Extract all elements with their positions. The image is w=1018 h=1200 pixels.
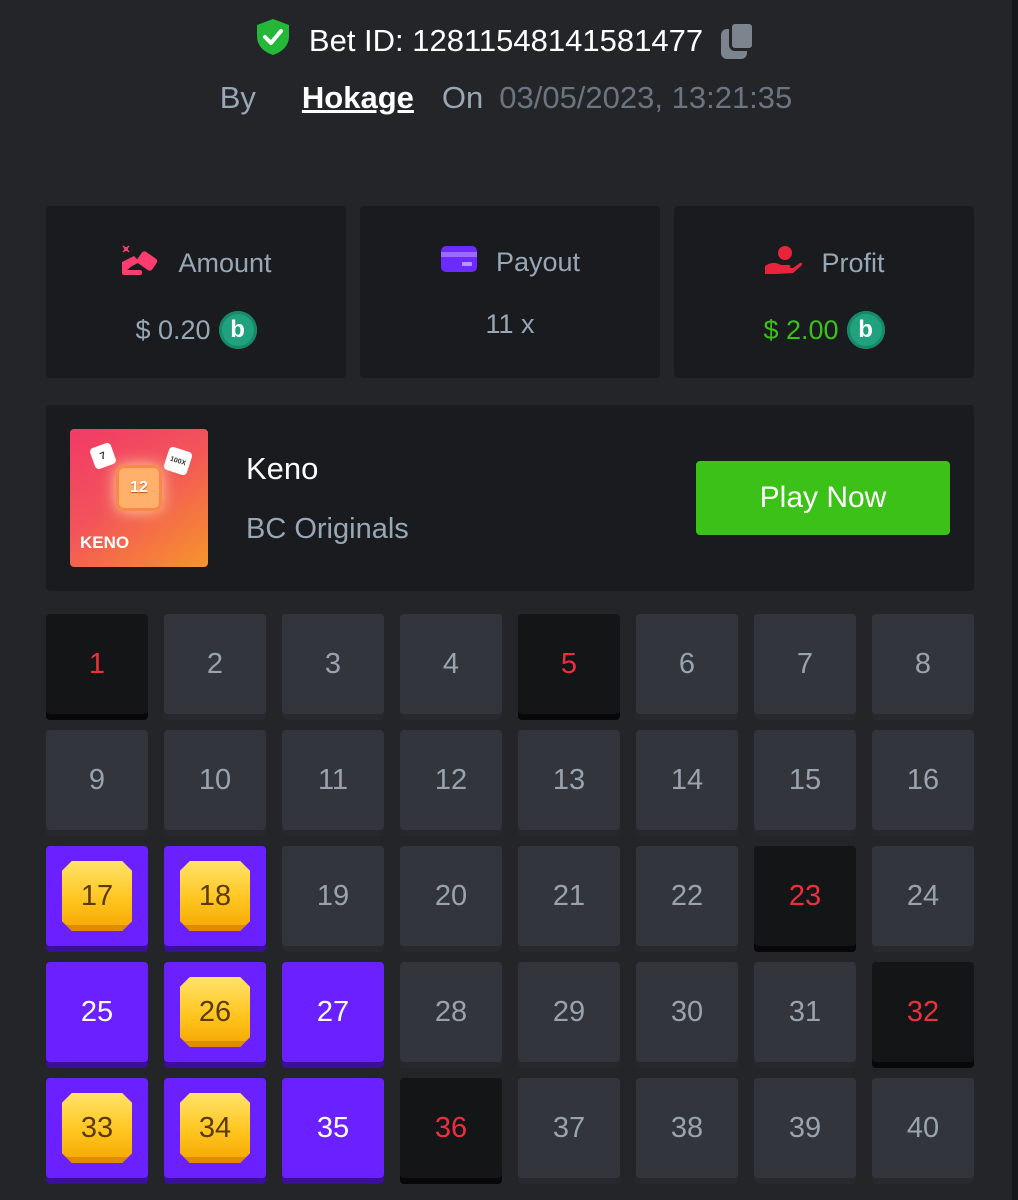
on-label: On <box>441 80 484 115</box>
keno-cell-23: 23 <box>754 846 856 946</box>
keno-cell-30: 30 <box>636 962 738 1062</box>
bc-coin-icon: b <box>846 311 885 349</box>
username-link[interactable]: Hokage <box>302 80 414 116</box>
shield-check-icon <box>255 18 291 64</box>
dice-icon: 100X <box>162 445 194 477</box>
thumbnail-label: KENO <box>80 533 130 552</box>
profit-value: $ 2.00 <box>763 314 839 345</box>
keno-cell-35: 35 <box>282 1078 384 1178</box>
keno-cell-8: 8 <box>872 614 974 714</box>
keno-cell-3: 3 <box>282 614 384 714</box>
bet-meta-row: By Hokage On 03/05/2023, 13:21:35 <box>0 80 1012 116</box>
keno-cell-9: 9 <box>46 730 148 830</box>
keno-cell-2: 2 <box>164 614 266 714</box>
keno-cell-28: 28 <box>400 962 502 1062</box>
keno-cell-6: 6 <box>636 614 738 714</box>
gem-icon: 33 <box>62 1093 132 1163</box>
keno-cell-11: 11 <box>282 730 384 830</box>
hand-profit-icon <box>763 244 803 283</box>
keno-cell-36: 36 <box>400 1078 502 1178</box>
keno-cell-1: 1 <box>46 614 148 714</box>
keno-cell-33: 33 <box>46 1078 148 1178</box>
amount-value: $ 0.20 <box>135 314 211 345</box>
keno-cell-21: 21 <box>518 846 620 946</box>
dice-icon: 7 <box>88 441 118 471</box>
bet-id-label: Bet ID: 12811548141581477 <box>308 23 704 58</box>
bc-coin-icon: b <box>218 311 257 349</box>
keno-cell-15: 15 <box>754 730 856 830</box>
keno-cell-14: 14 <box>636 730 738 830</box>
keno-cell-20: 20 <box>400 846 502 946</box>
payout-label: Payout <box>495 247 581 277</box>
keno-thumbnail[interactable]: 7 100X 12 KENO <box>70 429 208 567</box>
keno-cell-17: 17 <box>46 846 148 946</box>
game-name: Keno <box>246 451 319 486</box>
amount-card: Amount $ 0.20 b <box>46 206 346 378</box>
payout-card: Payout 11 x <box>360 206 660 378</box>
by-label: By <box>219 80 256 115</box>
copy-icon[interactable] <box>721 21 757 61</box>
keno-cell-16: 16 <box>872 730 974 830</box>
gem-icon: 18 <box>180 861 250 931</box>
keno-cell-7: 7 <box>754 614 856 714</box>
keno-cell-22: 22 <box>636 846 738 946</box>
keno-cell-27: 27 <box>282 962 384 1062</box>
bet-coins-icon <box>120 244 160 283</box>
gem-icon: 17 <box>62 861 132 931</box>
keno-cell-31: 31 <box>754 962 856 1062</box>
wallet-card-icon <box>440 244 478 281</box>
keno-cell-12: 12 <box>400 730 502 830</box>
amount-label: Amount <box>178 248 272 278</box>
bet-timestamp: 03/05/2023, 13:21:35 <box>499 80 793 115</box>
keno-cell-40: 40 <box>872 1078 974 1178</box>
keno-cell-38: 38 <box>636 1078 738 1178</box>
keno-cell-25: 25 <box>46 962 148 1062</box>
gem-icon: 26 <box>180 977 250 1047</box>
bet-id-row: Bet ID: 12811548141581477 <box>0 18 1012 64</box>
gem-icon: 34 <box>180 1093 250 1163</box>
game-card: 7 100X 12 KENO Keno BC Originals Play No… <box>46 405 974 591</box>
gem-icon: 12 <box>116 465 162 511</box>
keno-cell-10: 10 <box>164 730 266 830</box>
keno-cell-5: 5 <box>518 614 620 714</box>
profit-card: Profit $ 2.00 b <box>674 206 974 378</box>
keno-cell-4: 4 <box>400 614 502 714</box>
payout-value: 11 x <box>485 309 535 339</box>
keno-cell-24: 24 <box>872 846 974 946</box>
keno-cell-18: 18 <box>164 846 266 946</box>
profit-label: Profit <box>821 248 885 278</box>
keno-cell-32: 32 <box>872 962 974 1062</box>
keno-cell-13: 13 <box>518 730 620 830</box>
keno-cell-19: 19 <box>282 846 384 946</box>
keno-cell-37: 37 <box>518 1078 620 1178</box>
play-now-button[interactable]: Play Now <box>696 461 950 535</box>
keno-cell-39: 39 <box>754 1078 856 1178</box>
scrollbar-track <box>1012 0 1018 1200</box>
keno-cell-34: 34 <box>164 1078 266 1178</box>
bet-stats: Amount $ 0.20 b Payout 11 x Profit $ 2.0… <box>46 206 974 378</box>
keno-cell-29: 29 <box>518 962 620 1062</box>
keno-cell-26: 26 <box>164 962 266 1062</box>
game-provider: BC Originals <box>246 513 409 545</box>
